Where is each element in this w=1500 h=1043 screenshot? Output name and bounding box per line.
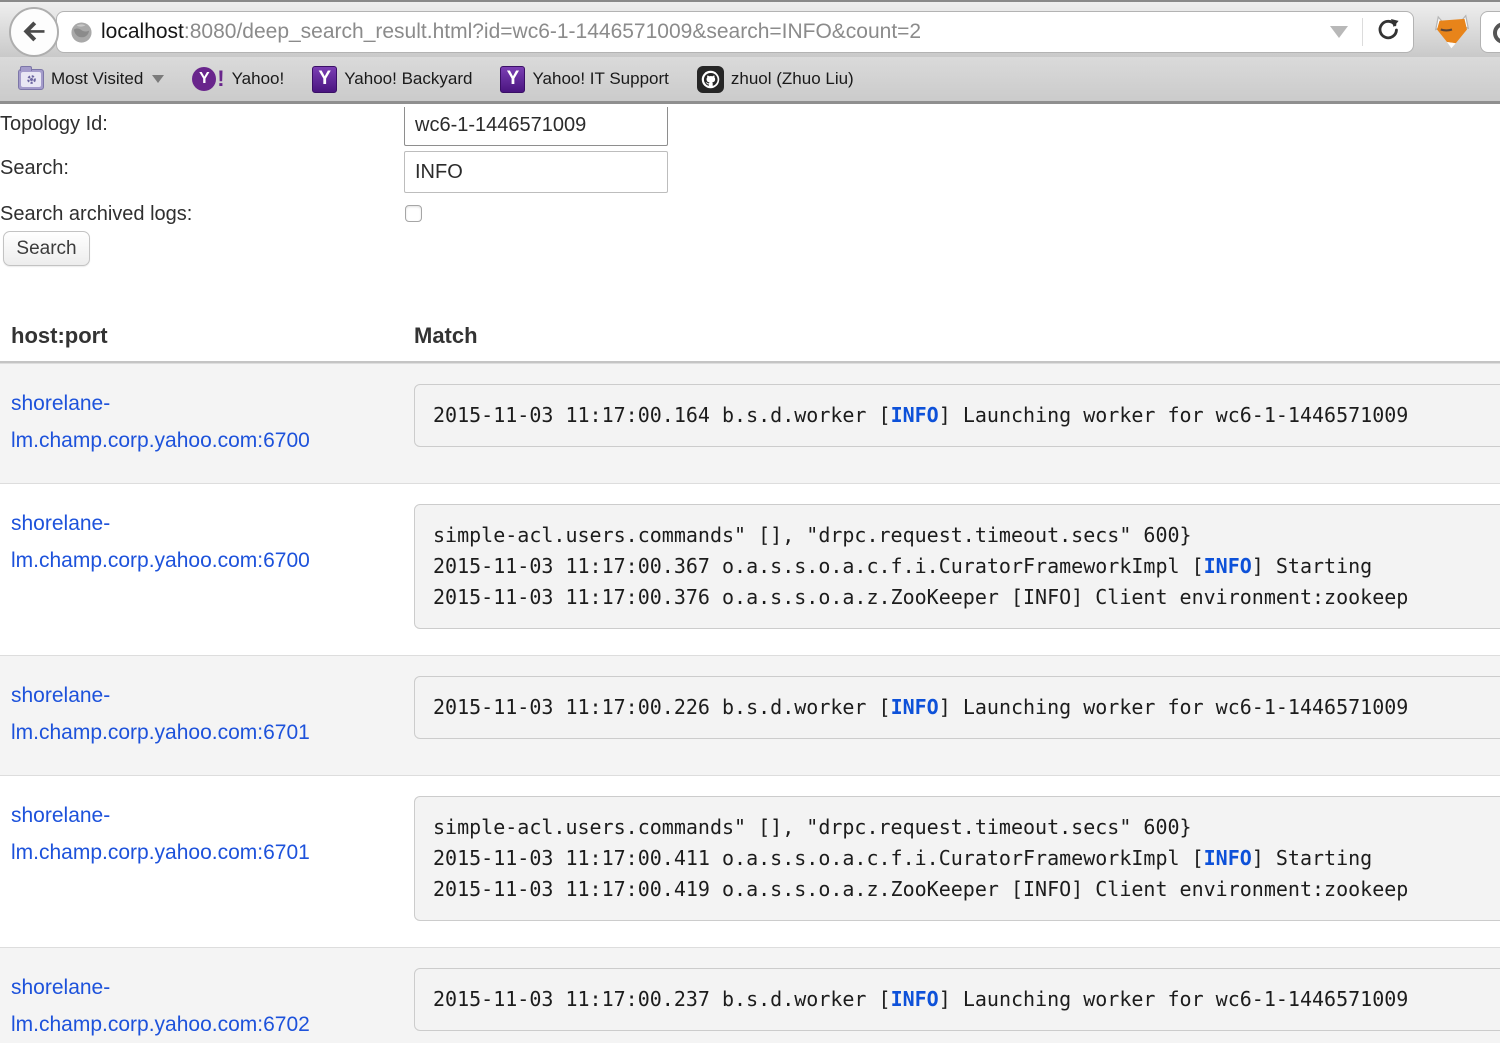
- log-text: 2015-11-03 11:17:00.419 o.a.s.s.o.a.z.Zo…: [433, 877, 1408, 901]
- url-bar[interactable]: localhost:8080/deep_search_result.html?i…: [56, 11, 1414, 53]
- browser-toolbar: localhost:8080/deep_search_result.html?i…: [0, 0, 1500, 57]
- host-port-link[interactable]: shorelane-lm.champ.corp.yahoo.com:6701: [11, 684, 310, 744]
- topology-id-label: Topology Id:: [0, 113, 108, 136]
- log-text: 2015-11-03 11:17:00.376 o.a.s.s.o.a.z.Zo…: [433, 585, 1408, 609]
- log-text: ] Starting: [1252, 846, 1372, 870]
- bookmark-github-zhuol[interactable]: zhuol (Zhuo Liu): [697, 66, 854, 93]
- back-arrow-icon: [20, 18, 48, 46]
- back-button[interactable]: [9, 7, 59, 57]
- table-row: shorelane-lm.champ.corp.yahoo.com:6702 2…: [0, 947, 1500, 1043]
- log-text: ] Launching worker for wc6-1-1446571009: [939, 695, 1409, 719]
- table-header-row: host:port Match: [0, 307, 1500, 361]
- info-highlight: INFO: [891, 987, 939, 1011]
- folder-gear-icon: [18, 69, 44, 90]
- page-content: Topology Id: Search: Search archived log…: [0, 107, 1500, 1043]
- host-port-cell: shorelane-lm.champ.corp.yahoo.com:6700: [0, 364, 414, 483]
- github-icon: [697, 66, 724, 93]
- host-port-link[interactable]: shorelane-lm.champ.corp.yahoo.com:6701: [11, 804, 310, 864]
- host-port-link[interactable]: shorelane-lm.champ.corp.yahoo.com:6702: [11, 976, 310, 1036]
- host-port-link[interactable]: shorelane-lm.champ.corp.yahoo.com:6700: [11, 392, 310, 452]
- log-match-box: 2015-11-03 11:17:00.237 b.s.d.worker [IN…: [414, 968, 1500, 1031]
- yahoo-square-icon: Y: [312, 66, 337, 93]
- log-text: 2015-11-03 11:17:00.367 o.a.s.s.o.a.c.f.…: [433, 554, 1204, 578]
- host-port-cell: shorelane-lm.champ.corp.yahoo.com:6701: [0, 776, 414, 947]
- yahoo-square-icon: Y: [500, 66, 525, 93]
- match-cell: 2015-11-03 11:17:00.226 b.s.d.worker [IN…: [414, 656, 1500, 775]
- match-cell: 2015-11-03 11:17:00.237 b.s.d.worker [IN…: [414, 948, 1500, 1043]
- log-text: 2015-11-03 11:17:00.164 b.s.d.worker [: [433, 403, 891, 427]
- info-highlight: INFO: [1204, 846, 1252, 870]
- url-bar-separator: [1362, 18, 1363, 46]
- host-port-link[interactable]: shorelane-lm.champ.corp.yahoo.com:6700: [11, 512, 310, 572]
- chevron-down-icon: [152, 75, 164, 83]
- table-row: shorelane-lm.champ.corp.yahoo.com:6700 2…: [0, 363, 1500, 483]
- yahoo-circle-icon: Y!: [192, 66, 224, 92]
- table-body: shorelane-lm.champ.corp.yahoo.com:6700 2…: [0, 363, 1500, 1043]
- bookmark-label: Yahoo!: [232, 69, 285, 89]
- log-text: 2015-11-03 11:17:00.411 o.a.s.s.o.a.c.f.…: [433, 846, 1204, 870]
- info-highlight: INFO: [891, 695, 939, 719]
- log-match-box: 2015-11-03 11:17:00.226 b.s.d.worker [IN…: [414, 676, 1500, 739]
- host-port-cell: shorelane-lm.champ.corp.yahoo.com:6700: [0, 484, 414, 655]
- reload-icon: [1375, 17, 1401, 43]
- log-text: ] Launching worker for wc6-1-1446571009: [939, 987, 1409, 1011]
- match-cell: simple-acl.users.commands" [], "drpc.req…: [414, 484, 1500, 655]
- info-highlight: INFO: [1204, 554, 1252, 578]
- bookmark-yahoo-backyard[interactable]: Y Yahoo! Backyard: [312, 66, 472, 93]
- search-input[interactable]: [404, 151, 668, 193]
- match-cell: 2015-11-03 11:17:00.164 b.s.d.worker [IN…: [414, 364, 1500, 483]
- table-row: shorelane-lm.champ.corp.yahoo.com:6701 s…: [0, 775, 1500, 947]
- table-row: shorelane-lm.champ.corp.yahoo.com:6700 s…: [0, 483, 1500, 655]
- search-label: Search:: [0, 157, 69, 180]
- log-text: simple-acl.users.commands" [], "drpc.req…: [433, 523, 1192, 547]
- host-port-cell: shorelane-lm.champ.corp.yahoo.com:6702: [0, 948, 414, 1043]
- column-header-host-port: host:port: [0, 323, 414, 349]
- bookmark-label: Most Visited: [51, 69, 143, 89]
- browser-window: localhost:8080/deep_search_result.html?i…: [0, 0, 1500, 1043]
- log-text: 2015-11-03 11:17:00.237 b.s.d.worker [: [433, 987, 891, 1011]
- archived-logs-checkbox[interactable]: [405, 205, 422, 222]
- bookmark-label: Yahoo! Backyard: [344, 69, 472, 89]
- log-match-box: simple-acl.users.commands" [], "drpc.req…: [414, 796, 1500, 921]
- log-text: ] Launching worker for wc6-1-1446571009: [939, 403, 1409, 427]
- log-match-box: simple-acl.users.commands" [], "drpc.req…: [414, 504, 1500, 629]
- url-dropdown-icon[interactable]: [1330, 26, 1348, 38]
- site-globe-icon: [70, 21, 93, 44]
- bookmark-yahoo[interactable]: Y! Yahoo!: [192, 66, 284, 92]
- bookmark-label: Yahoo! IT Support: [532, 69, 668, 89]
- bookmark-yahoo-it-support[interactable]: Y Yahoo! IT Support: [500, 66, 668, 93]
- bookmark-most-visited[interactable]: Most Visited: [18, 69, 164, 90]
- log-text: ] Starting: [1252, 554, 1372, 578]
- topology-id-input[interactable]: [404, 107, 668, 146]
- bookmarks-bar: Most Visited Y! Yahoo! Y Yahoo! Backyard…: [0, 57, 1500, 104]
- log-match-box: 2015-11-03 11:17:00.164 b.s.d.worker [IN…: [414, 384, 1500, 447]
- host-port-cell: shorelane-lm.champ.corp.yahoo.com:6701: [0, 656, 414, 775]
- fox-icon[interactable]: [1432, 12, 1472, 52]
- search-button[interactable]: Search: [3, 231, 90, 266]
- search-archived-logs-label: Search archived logs:: [0, 203, 192, 226]
- reload-button[interactable]: [1375, 17, 1401, 48]
- info-highlight: INFO: [891, 403, 939, 427]
- deep-search-form: Topology Id: Search: Search archived log…: [0, 107, 1500, 307]
- url-text: localhost:8080/deep_search_result.html?i…: [101, 20, 1330, 44]
- search-field-partial[interactable]: [1480, 11, 1500, 53]
- url-host: localhost: [101, 20, 184, 43]
- bookmark-label: zhuol (Zhuo Liu): [731, 69, 854, 89]
- url-path: :8080/deep_search_result.html?id=wc6-1-1…: [184, 20, 921, 43]
- table-row: shorelane-lm.champ.corp.yahoo.com:6701 2…: [0, 655, 1500, 775]
- results-table: host:port Match shorelane-lm.champ.corp.…: [0, 307, 1500, 1043]
- log-text: simple-acl.users.commands" [], "drpc.req…: [433, 815, 1192, 839]
- column-header-match: Match: [414, 323, 478, 349]
- magnifier-icon: [1493, 22, 1500, 44]
- match-cell: simple-acl.users.commands" [], "drpc.req…: [414, 776, 1500, 947]
- log-text: 2015-11-03 11:17:00.226 b.s.d.worker [: [433, 695, 891, 719]
